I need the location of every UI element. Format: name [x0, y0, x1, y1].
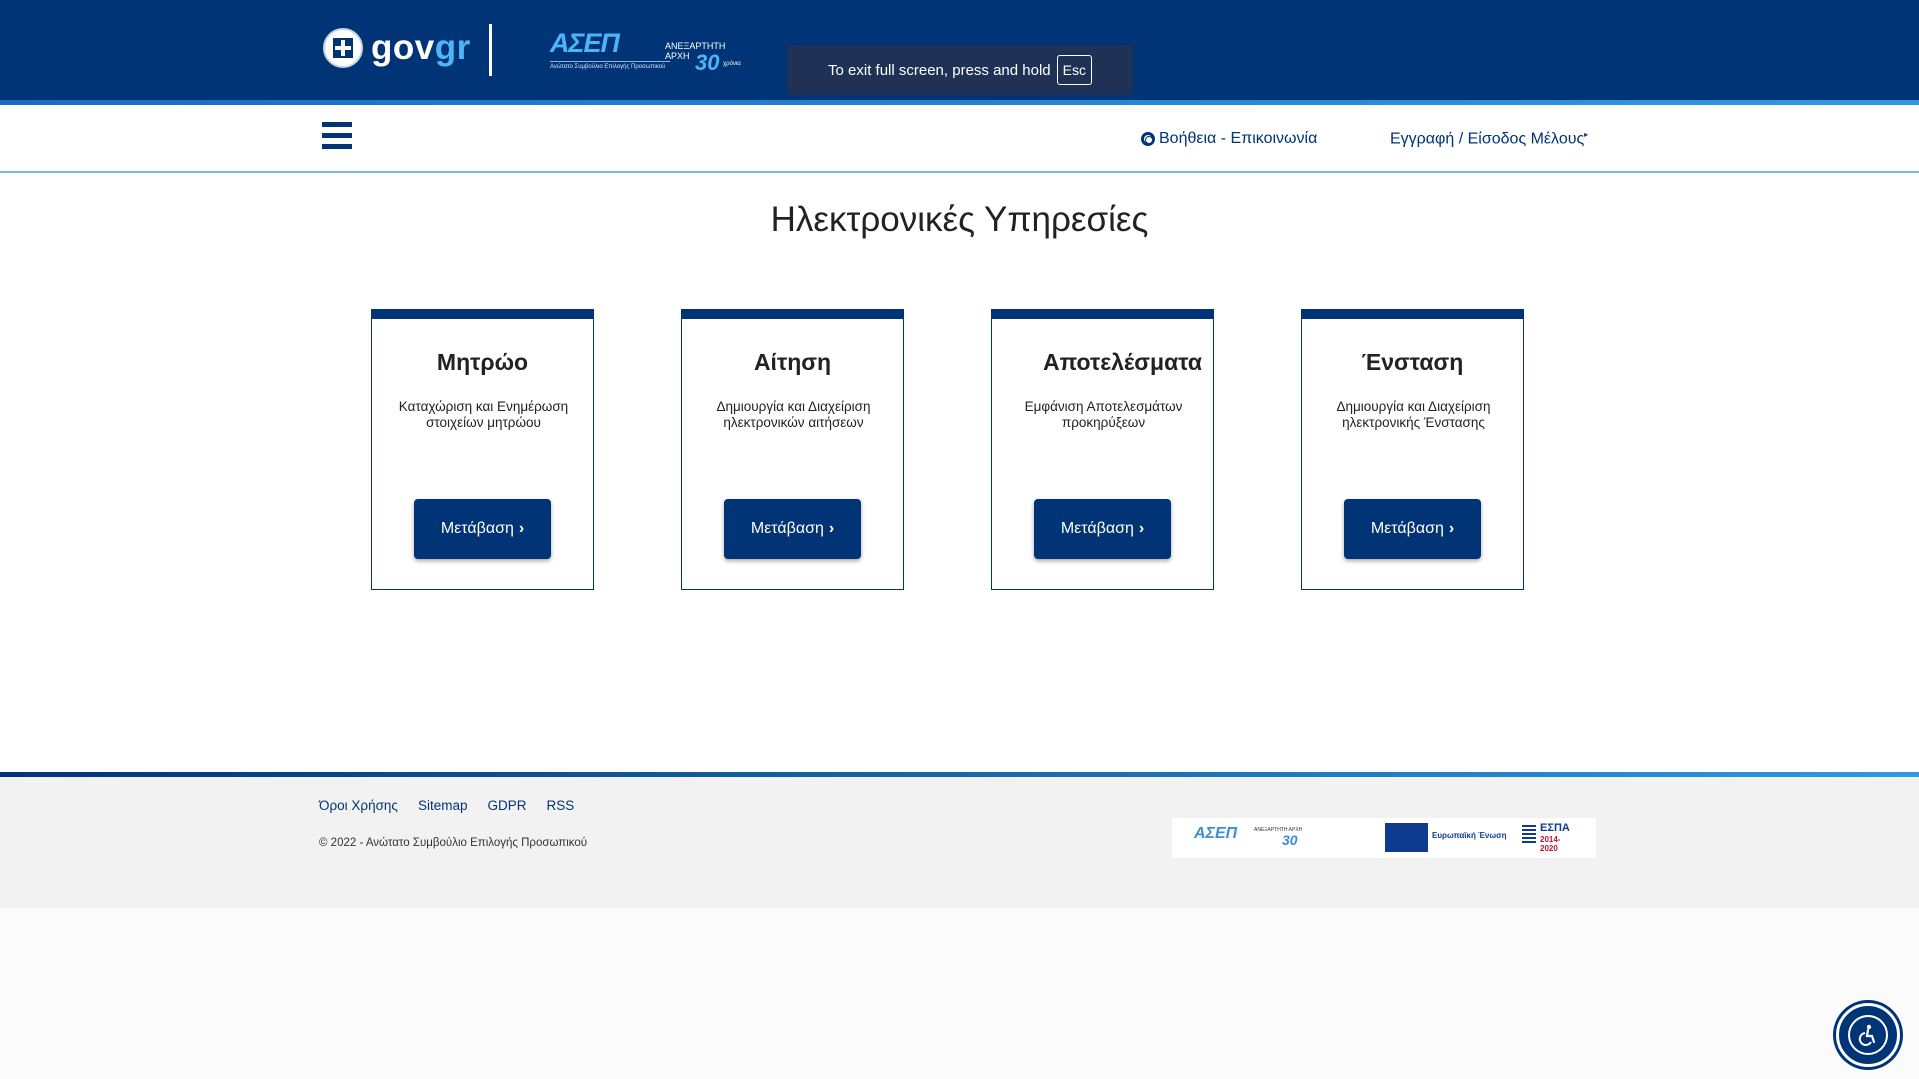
govgr-logo-text-gov: gov	[371, 28, 435, 67]
help-contact-link[interactable]: Βοήθεια - Επικοινωνία	[1141, 130, 1317, 148]
footer-link-gdpr[interactable]: GDPR	[487, 798, 526, 813]
go-objection-button[interactable]: Μετάβαση ›	[1344, 499, 1481, 559]
card-title: Αποτελέσματα	[1042, 349, 1203, 375]
go-application-button[interactable]: Μετάβαση ›	[724, 499, 861, 559]
card-description: Δημιουργία και Διαχείριση ηλεκτρονικής Έ…	[1336, 399, 1491, 430]
copyright-text: © 2022 - Ανώτατο Συμβούλιο Επιλογής Προσ…	[319, 837, 588, 849]
espa-logo-title: ΕΣΠΑ	[1540, 822, 1570, 834]
govgr-logo-text-gr: gr	[434, 28, 471, 67]
footer-asep-logo: ΑΣΕΠ	[1194, 825, 1238, 842]
page-title: Ηλεκτρονικές Υπηρεσίες	[770, 200, 1149, 239]
footer-link-sitemap[interactable]: Sitemap	[418, 798, 468, 813]
footer: Όροι Χρήσης Sitemap GDPR RSS © 2022 - Αν…	[0, 777, 1919, 908]
asep-logo-word: ΑΣΕΠ	[550, 28, 620, 58]
asep-logo-subtitle: Ανώτατο Συμβούλιο Επιλογής Προσωπικού	[550, 61, 670, 70]
chevron-right-icon: ›	[1138, 520, 1145, 537]
card-title: Αίτηση	[753, 349, 832, 375]
lifebuoy-icon	[1141, 132, 1155, 146]
govgr-logo[interactable]: govgr	[323, 28, 471, 68]
espa-logo: ΕΣΠΑ 2014-2020	[1522, 822, 1574, 853]
go-registry-button[interactable]: Μετάβαση ›	[414, 499, 551, 559]
service-card-application: Αίτηση Δημιουργία και Διαχείριση ηλεκτρο…	[681, 309, 904, 590]
card-description: Εμφάνιση Αποτελεσμάτων προκηρύξεων	[1024, 399, 1183, 430]
go-results-button[interactable]: Μετάβαση ›	[1034, 499, 1171, 559]
accessibility-button[interactable]	[1836, 1003, 1900, 1067]
card-description: Καταχώριση και Ενημέρωση στοιχείων μητρώ…	[398, 399, 569, 430]
accessibility-icon	[1848, 1015, 1888, 1055]
espa-logo-years: 2014-2020	[1540, 835, 1561, 853]
chevron-right-icon: ›	[828, 520, 835, 537]
fullscreen-notice-text: To exit full screen, press and hold	[828, 61, 1051, 79]
service-card-results: Αποτελέσματα Εμφάνιση Αποτελεσμάτων προκ…	[991, 309, 1214, 590]
asep-logo[interactable]: ΑΣΕΠ Ανώτατο Συμβούλιο Επιλογής Προσωπικ…	[550, 28, 741, 75]
asep-anniversary: 30	[695, 50, 720, 75]
sponsor-logos-banner: ΑΣΕΠ ΑΝΕΞΑΡΤΗΤΗ ΑΡΧΗ 30 Ευρωπαϊκή Ένωση …	[1172, 818, 1596, 858]
main-content	[0, 173, 1919, 773]
chevron-right-icon: ›	[518, 520, 525, 537]
fullscreen-exit-notice: To exit full screen, press and hold Esc	[787, 45, 1133, 95]
greek-flag-icon	[1522, 825, 1536, 843]
esc-key-badge: Esc	[1056, 55, 1092, 85]
register-login-link[interactable]: Εγγραφή / Είσοδος Μέλους▸	[1390, 130, 1588, 148]
chevron-right-icon: ›	[1448, 520, 1455, 537]
login-arrow-icon: ▸	[1584, 130, 1589, 139]
top-header: govgr ΑΣΕΠ Ανώτατο Συμβούλιο Επιλογής Πρ…	[0, 0, 1919, 100]
footer-link-rss[interactable]: RSS	[546, 798, 574, 813]
card-description: Δημιουργία και Διαχείριση ηλεκτρονικών α…	[716, 399, 871, 430]
asep-anniversary-years: χρόνια	[723, 61, 741, 67]
eu-flag-icon	[1385, 823, 1428, 852]
footer-links: Όροι Χρήσης Sitemap GDPR RSS	[319, 798, 574, 813]
footer-asep-30: 30	[1282, 832, 1298, 848]
service-card-registry: Μητρώο Καταχώριση και Ενημέρωση στοιχείω…	[371, 309, 594, 590]
footer-link-terms[interactable]: Όροι Χρήσης	[319, 798, 398, 813]
card-title: Μητρώο	[436, 349, 529, 375]
eu-logo-text: Ευρωπαϊκή Ένωση	[1432, 831, 1507, 840]
hamburger-icon[interactable]	[322, 122, 352, 150]
logo-divider	[489, 24, 492, 76]
greek-emblem-icon	[323, 28, 363, 68]
help-contact-label: Βοήθεια - Επικοινωνία	[1159, 130, 1318, 147]
navbar: Βοήθεια - Επικοινωνία Εγγραφή / Είσοδος …	[0, 105, 1919, 173]
register-login-label: Εγγραφή / Είσοδος Μέλους	[1390, 130, 1585, 148]
service-card-objection: Ένσταση Δημιουργία και Διαχείριση ηλεκτρ…	[1301, 309, 1524, 590]
card-title: Ένσταση	[1361, 349, 1464, 375]
